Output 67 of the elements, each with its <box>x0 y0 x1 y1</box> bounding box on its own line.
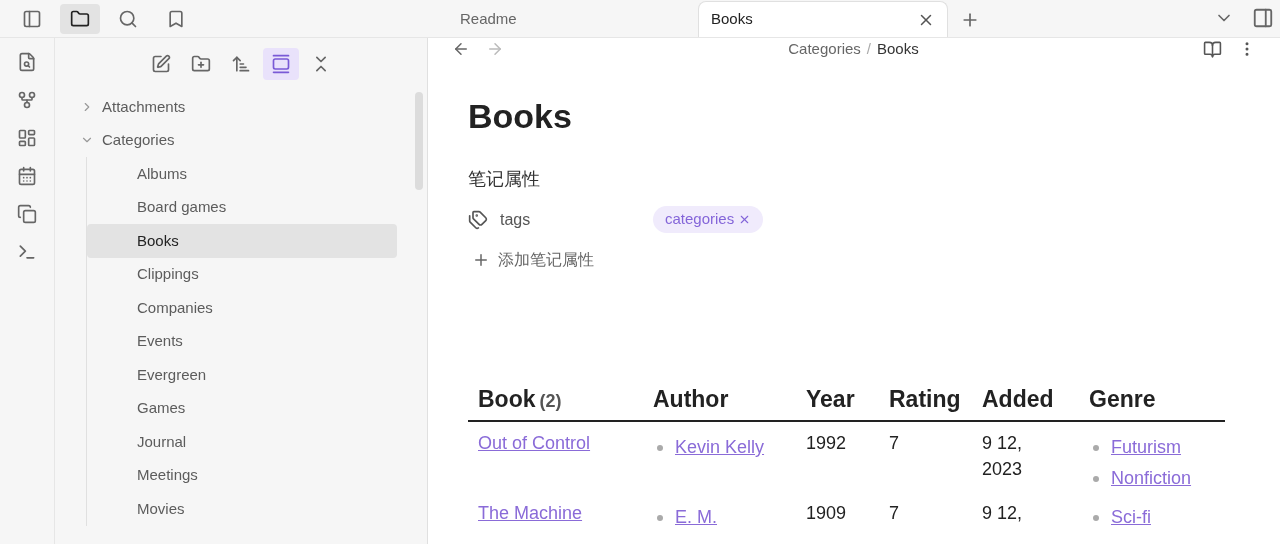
copy-icon[interactable] <box>17 204 37 224</box>
genre-link[interactable]: Futurism <box>1111 434 1181 461</box>
bookmark-icon <box>166 8 186 29</box>
reading-view-icon[interactable] <box>1203 39 1222 59</box>
genre-link[interactable]: Nonfiction <box>1111 465 1192 492</box>
dashboard-icon[interactable] <box>17 128 37 148</box>
breadcrumb-item[interactable]: Categories <box>788 38 861 61</box>
scrollbar[interactable] <box>415 92 423 190</box>
column-header: Year <box>796 381 879 421</box>
book-link[interactable]: Out of Control <box>478 433 591 453</box>
tree-item[interactable]: Albums <box>87 157 397 191</box>
table-cell-text: 1909 <box>805 502 848 525</box>
calendar-icon[interactable] <box>17 166 37 186</box>
table-cell-text: 7 <box>888 502 900 525</box>
tree-item[interactable]: Events <box>87 324 397 358</box>
terminal-icon[interactable] <box>17 242 37 262</box>
tree-item[interactable]: Clippings <box>87 257 397 291</box>
bullet <box>657 444 663 451</box>
tag-icon <box>468 209 488 230</box>
book-link[interactable]: The Machine <box>478 503 583 523</box>
tab[interactable]: Readme <box>428 1 698 37</box>
reveal-icon <box>271 54 291 74</box>
new-folder-icon <box>191 54 211 74</box>
tag-pill[interactable]: categories <box>653 206 764 233</box>
folder-button[interactable] <box>60 3 100 34</box>
breadcrumb-item[interactable]: Books <box>877 38 919 61</box>
right-sidebar-toggle-icon[interactable] <box>1252 7 1274 29</box>
properties-heading: 笔记属性 <box>468 166 541 191</box>
reveal-button[interactable] <box>263 48 299 80</box>
genre-link[interactable]: Sci-fi <box>1111 504 1151 531</box>
tree-item[interactable]: Evergreen <box>87 358 397 392</box>
tree-item[interactable]: Books <box>87 224 397 258</box>
add-property-link[interactable]: 添加笔记属性 <box>498 247 594 272</box>
tree-item[interactable]: Games <box>87 391 397 425</box>
property-name: tags <box>500 209 532 230</box>
bullet <box>1093 444 1099 451</box>
column-header: Author <box>643 381 796 421</box>
tree-item[interactable]: Journal <box>87 425 397 459</box>
author-link[interactable]: Kevin Kelly <box>675 434 765 461</box>
table-cell: 1992 <box>796 421 879 492</box>
breadcrumb-separator: / <box>866 39 871 59</box>
tree-item[interactable]: Meetings <box>87 458 397 492</box>
column-header: Rating <box>879 381 972 421</box>
search-icon <box>118 8 138 29</box>
tree-item[interactable]: Categories <box>70 123 397 157</box>
table-cell: 7 <box>879 421 972 492</box>
author-link[interactable]: E. M. <box>675 504 717 531</box>
bullet <box>657 514 663 521</box>
folder-icon <box>70 8 90 29</box>
new-note-icon <box>151 54 171 74</box>
table-cell: 9 12, 2023 <box>972 421 1079 492</box>
note-title: Books <box>468 98 573 133</box>
column-header: Genre <box>1079 381 1225 421</box>
tree-item[interactable]: Attachments <box>70 90 397 124</box>
table-cell-text: 9 12, <box>981 502 1024 525</box>
sort-icon <box>231 54 251 74</box>
tree-item[interactable]: Board games <box>87 190 397 224</box>
column-header: Book (2) <box>468 381 643 421</box>
bullet <box>1093 514 1099 521</box>
tab[interactable]: Books <box>698 1 948 37</box>
column-header: Added <box>972 381 1079 421</box>
file-search-icon[interactable] <box>17 52 37 72</box>
tree-item[interactable]: Companies <box>87 291 397 325</box>
sidebar-toggle-icon <box>22 8 42 29</box>
graph-icon[interactable] <box>17 90 37 110</box>
tree-item[interactable]: Movies <box>87 492 397 526</box>
bullet <box>1093 475 1099 482</box>
